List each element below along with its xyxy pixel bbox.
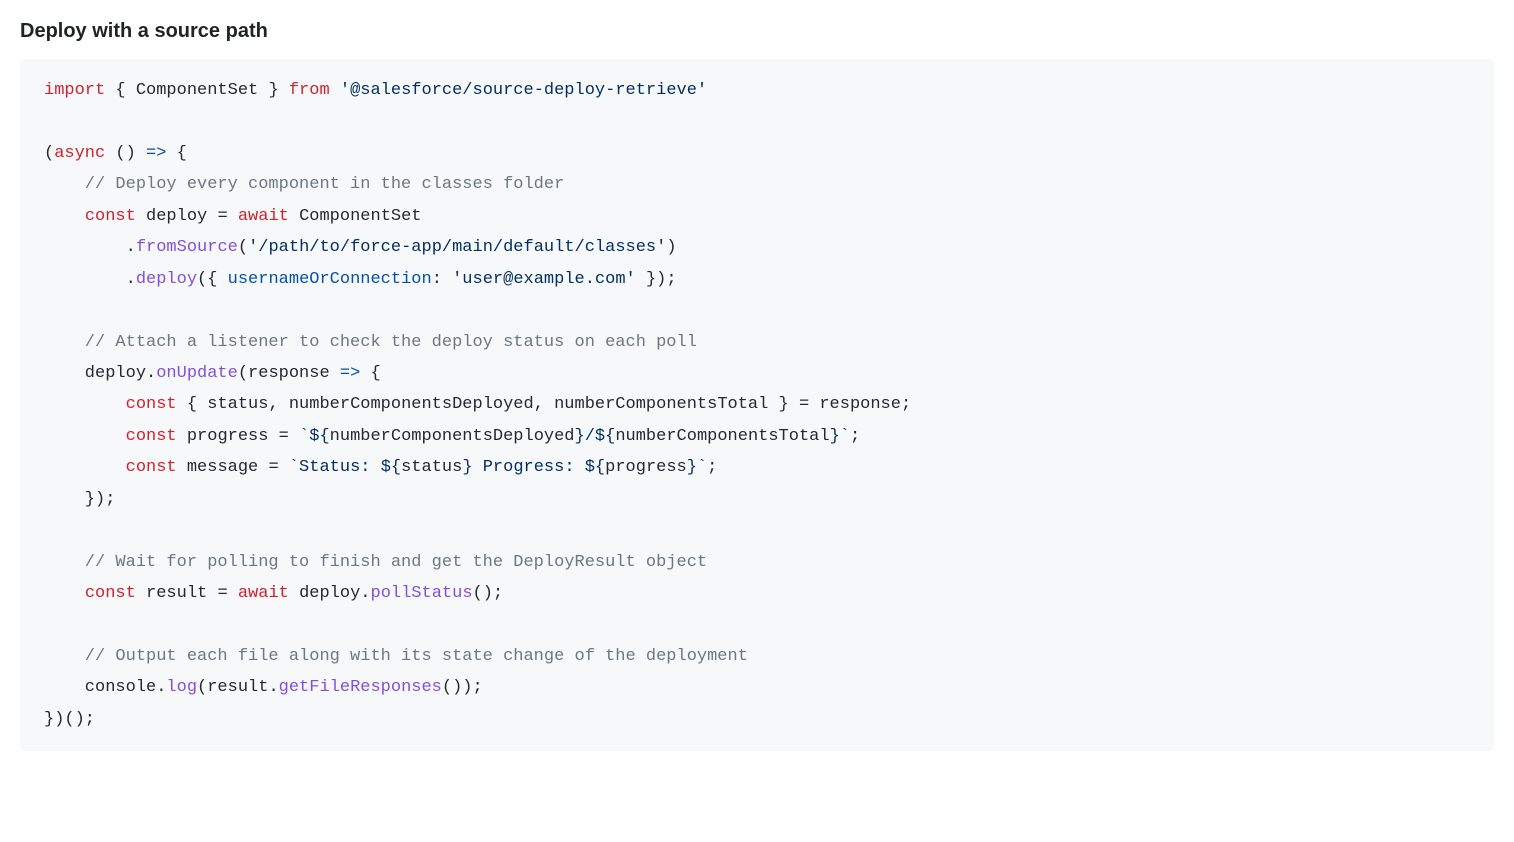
code-text: progress = — [177, 427, 299, 446]
code-text: ComponentSet — [289, 207, 422, 226]
kw-await: await — [238, 584, 289, 603]
code-text — [44, 395, 126, 414]
code-text: { — [166, 144, 186, 163]
kw-const: const — [126, 427, 177, 446]
kw-from: from — [289, 81, 330, 100]
code-text: (); — [473, 584, 504, 603]
code-text: ( — [238, 238, 248, 257]
templ: ` — [299, 427, 309, 446]
code-text: message = — [177, 458, 289, 477]
templ: ${ — [381, 458, 401, 477]
kw-const: const — [85, 584, 136, 603]
code-text: ( — [44, 144, 54, 163]
code-comment: // Output each file along with its state… — [44, 647, 748, 666]
code-text: }); — [44, 490, 115, 509]
arrow: => — [340, 364, 360, 383]
code-text — [44, 458, 126, 477]
code-text: . — [44, 238, 136, 257]
section-heading: Deploy with a source path — [20, 20, 1494, 43]
templ: ${ — [595, 427, 615, 446]
method: onUpdate — [156, 364, 238, 383]
kw-import: import — [44, 81, 105, 100]
code-text: deploy. — [289, 584, 371, 603]
code-text — [44, 584, 85, 603]
templ-expr: numberComponentsTotal — [615, 427, 829, 446]
templ-expr: numberComponentsDeployed — [330, 427, 575, 446]
code-string: '@salesforce/source-deploy-retrieve' — [330, 81, 707, 100]
method: getFileResponses — [279, 678, 442, 697]
templ: } — [575, 427, 585, 446]
kw-const: const — [126, 458, 177, 477]
code-text — [44, 207, 85, 226]
templ: Progress: — [473, 458, 585, 477]
code-comment: // Wait for polling to finish and get th… — [44, 553, 707, 572]
code-text: }); — [636, 270, 677, 289]
templ: } — [462, 458, 472, 477]
templ: `Status: — [289, 458, 381, 477]
code-text: ; — [850, 427, 860, 446]
kw-const: const — [126, 395, 177, 414]
prop: usernameOrConnection — [228, 270, 432, 289]
method: deploy — [136, 270, 197, 289]
templ: / — [585, 427, 595, 446]
code-text: ({ — [197, 270, 228, 289]
code-text: console. — [44, 678, 166, 697]
code-text: : — [432, 270, 452, 289]
method: pollStatus — [371, 584, 473, 603]
code-text: deploy. — [44, 364, 156, 383]
method: log — [166, 678, 197, 697]
templ: ` — [840, 427, 850, 446]
templ: } — [830, 427, 840, 446]
kw-async: async — [54, 144, 105, 163]
templ: ${ — [585, 458, 605, 477]
code-text: ()); — [442, 678, 483, 697]
code-text: { — [360, 364, 380, 383]
code-string: '/path/to/force-app/main/default/classes… — [248, 238, 666, 257]
templ: ${ — [309, 427, 329, 446]
kw-const: const — [85, 207, 136, 226]
code-text: ; — [707, 458, 717, 477]
code-string: 'user@example.com' — [452, 270, 636, 289]
code-text: () — [105, 144, 146, 163]
templ-expr: status — [401, 458, 462, 477]
code-text: ) — [666, 238, 676, 257]
code-text: })(); — [44, 710, 95, 729]
code-comment: // Attach a listener to check the deploy… — [44, 333, 697, 352]
code-text: result = — [136, 584, 238, 603]
arrow: => — [146, 144, 166, 163]
templ: } — [687, 458, 697, 477]
code-text: . — [44, 270, 136, 289]
templ: ` — [697, 458, 707, 477]
code-text: (result. — [197, 678, 279, 697]
code-text: deploy = — [136, 207, 238, 226]
code-comment: // Deploy every component in the classes… — [44, 175, 564, 194]
doc-section: Deploy with a source path import { Compo… — [20, 20, 1494, 751]
method: fromSource — [136, 238, 238, 257]
code-text: { status, numberComponentsDeployed, numb… — [177, 395, 912, 414]
code-text — [44, 427, 126, 446]
code-text: { ComponentSet } — [105, 81, 289, 100]
code-text: (response — [238, 364, 340, 383]
kw-await: await — [238, 207, 289, 226]
code-block: import { ComponentSet } from '@salesforc… — [20, 59, 1494, 751]
templ-expr: progress — [605, 458, 687, 477]
